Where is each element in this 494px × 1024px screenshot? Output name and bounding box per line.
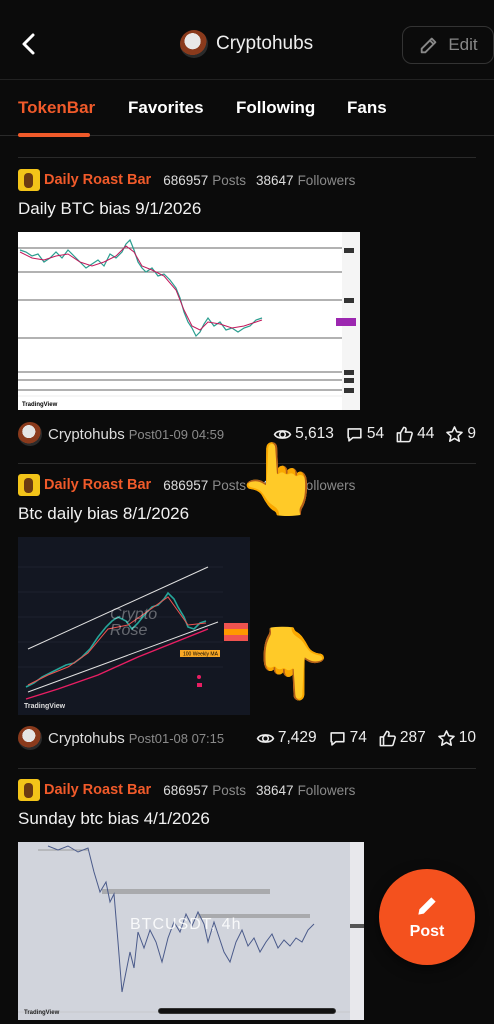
bar-avatar bbox=[18, 169, 40, 191]
likes-count: 287 bbox=[399, 729, 426, 746]
active-tab-indicator bbox=[18, 133, 90, 137]
post-header: Daily Roast Bar 686957 Posts 38647 Follo… bbox=[18, 779, 365, 801]
page-title-text: Cryptohubs bbox=[216, 33, 314, 54]
star-icon bbox=[437, 729, 455, 746]
edit-label: Edit bbox=[448, 35, 478, 54]
stars-metric[interactable]: 9 bbox=[445, 425, 476, 444]
followers-count: 38647 bbox=[256, 782, 294, 798]
posts-count: 686957 bbox=[163, 477, 209, 493]
likes-metric[interactable]: 44 bbox=[395, 425, 434, 444]
stars-metric[interactable]: 10 bbox=[437, 729, 476, 748]
tab-favorites[interactable]: Favorites bbox=[128, 98, 204, 118]
post-title[interactable]: Daily BTC bias 9/1/2026 bbox=[18, 199, 201, 219]
post-card[interactable]: Daily Roast Bar 686957 Posts 38647 Follo… bbox=[0, 169, 494, 449]
bar-name[interactable]: Daily Roast Bar bbox=[44, 782, 151, 798]
price-chart bbox=[18, 232, 360, 410]
likes-count: 44 bbox=[417, 425, 435, 442]
tradingview-logo: TradingView bbox=[22, 402, 58, 408]
post-time: Post01-08 07:15 bbox=[128, 730, 225, 746]
followers-label: Followers bbox=[297, 172, 356, 188]
stars-count: 10 bbox=[458, 729, 476, 746]
comments-metric[interactable]: 54 bbox=[345, 425, 384, 444]
page-title: Cryptohubs bbox=[180, 30, 313, 58]
posts-label: Posts bbox=[212, 782, 247, 798]
post-footer: Cryptohubs Post01-08 07:15 7,429 74 287 … bbox=[18, 725, 476, 751]
chart-watermark: BTCUSDT, 4h bbox=[130, 916, 242, 933]
author-name: Cryptohubs bbox=[48, 425, 125, 443]
divider bbox=[18, 768, 476, 769]
bar-avatar bbox=[18, 779, 40, 801]
edit-icon bbox=[421, 37, 437, 54]
post-header: Daily Roast Bar 686957 Posts 38647 Follo… bbox=[18, 169, 365, 191]
post-author[interactable]: Cryptohubs Post01-08 07:15 bbox=[18, 725, 224, 751]
new-post-label: Post bbox=[409, 923, 445, 940]
posts-count: 686957 bbox=[163, 172, 209, 188]
avatar bbox=[180, 30, 208, 58]
avatar bbox=[18, 726, 42, 750]
posts-count: 686957 bbox=[163, 782, 209, 798]
comments-count: 54 bbox=[366, 425, 385, 442]
post-author[interactable]: Cryptohubs Post01-09 04:59 bbox=[18, 421, 224, 447]
eye-icon bbox=[256, 733, 275, 743]
tab-bar: TokenBar Favorites Following Fans bbox=[0, 80, 494, 137]
new-post-button[interactable]: Post bbox=[379, 869, 475, 965]
edit-button[interactable]: Edit bbox=[402, 26, 494, 64]
post-chart-image[interactable]: 100 Weekly MA Crypto Rose TradingView bbox=[18, 537, 250, 715]
tab-following[interactable]: Following bbox=[236, 98, 315, 118]
post-metrics: 7,429 74 287 10 bbox=[245, 725, 476, 751]
posts-label: Posts bbox=[212, 172, 247, 188]
views-count: 7,429 bbox=[277, 729, 317, 746]
ma-tag: 100 Weekly MA bbox=[183, 652, 219, 658]
followers-count: 38647 bbox=[256, 172, 294, 188]
post-title[interactable]: Sunday btc bias 4/1/2026 bbox=[18, 809, 210, 829]
star-icon bbox=[446, 425, 464, 442]
likes-metric[interactable]: 287 bbox=[378, 729, 426, 748]
tradingview-logo: TradingView bbox=[24, 703, 66, 710]
followers-label: Followers bbox=[297, 782, 356, 798]
comments-metric[interactable]: 74 bbox=[328, 729, 367, 748]
stars-count: 9 bbox=[467, 425, 476, 442]
bar-name[interactable]: Daily Roast Bar bbox=[44, 172, 151, 188]
comment-icon bbox=[347, 427, 362, 442]
back-arrow-icon[interactable] bbox=[18, 30, 40, 58]
thumbs-up-icon bbox=[379, 730, 396, 746]
home-indicator bbox=[158, 1008, 336, 1014]
pointing-up-hand-icon: 👆 bbox=[236, 440, 324, 518]
views-metric[interactable]: 7,429 bbox=[256, 729, 317, 748]
bar-name[interactable]: Daily Roast Bar bbox=[44, 477, 151, 493]
bar-avatar bbox=[18, 474, 40, 496]
chart-watermark: Crypto Rose bbox=[110, 606, 158, 639]
tab-fans[interactable]: Fans bbox=[347, 98, 387, 118]
avatar bbox=[18, 422, 42, 446]
post-chart-image[interactable]: TradingView bbox=[18, 232, 360, 410]
thumbs-up-icon bbox=[396, 426, 414, 442]
tab-tokenbar[interactable]: TokenBar bbox=[18, 98, 95, 118]
post-time: Post01-09 04:59 bbox=[128, 426, 225, 442]
post-chart-image[interactable]: BTCUSDT, 4h TradingView bbox=[18, 842, 364, 1020]
top-bar: Cryptohubs Edit bbox=[0, 0, 494, 80]
tradingview-logo: TradingView bbox=[24, 1010, 60, 1016]
comment-icon bbox=[330, 731, 345, 746]
comments-count: 74 bbox=[349, 729, 367, 746]
post-title[interactable]: Btc daily bias 8/1/2026 bbox=[18, 504, 189, 524]
divider bbox=[18, 157, 476, 158]
pointing-down-hand-icon: 👇 bbox=[248, 624, 336, 702]
pencil-icon bbox=[418, 897, 436, 915]
author-name: Cryptohubs bbox=[48, 729, 125, 747]
